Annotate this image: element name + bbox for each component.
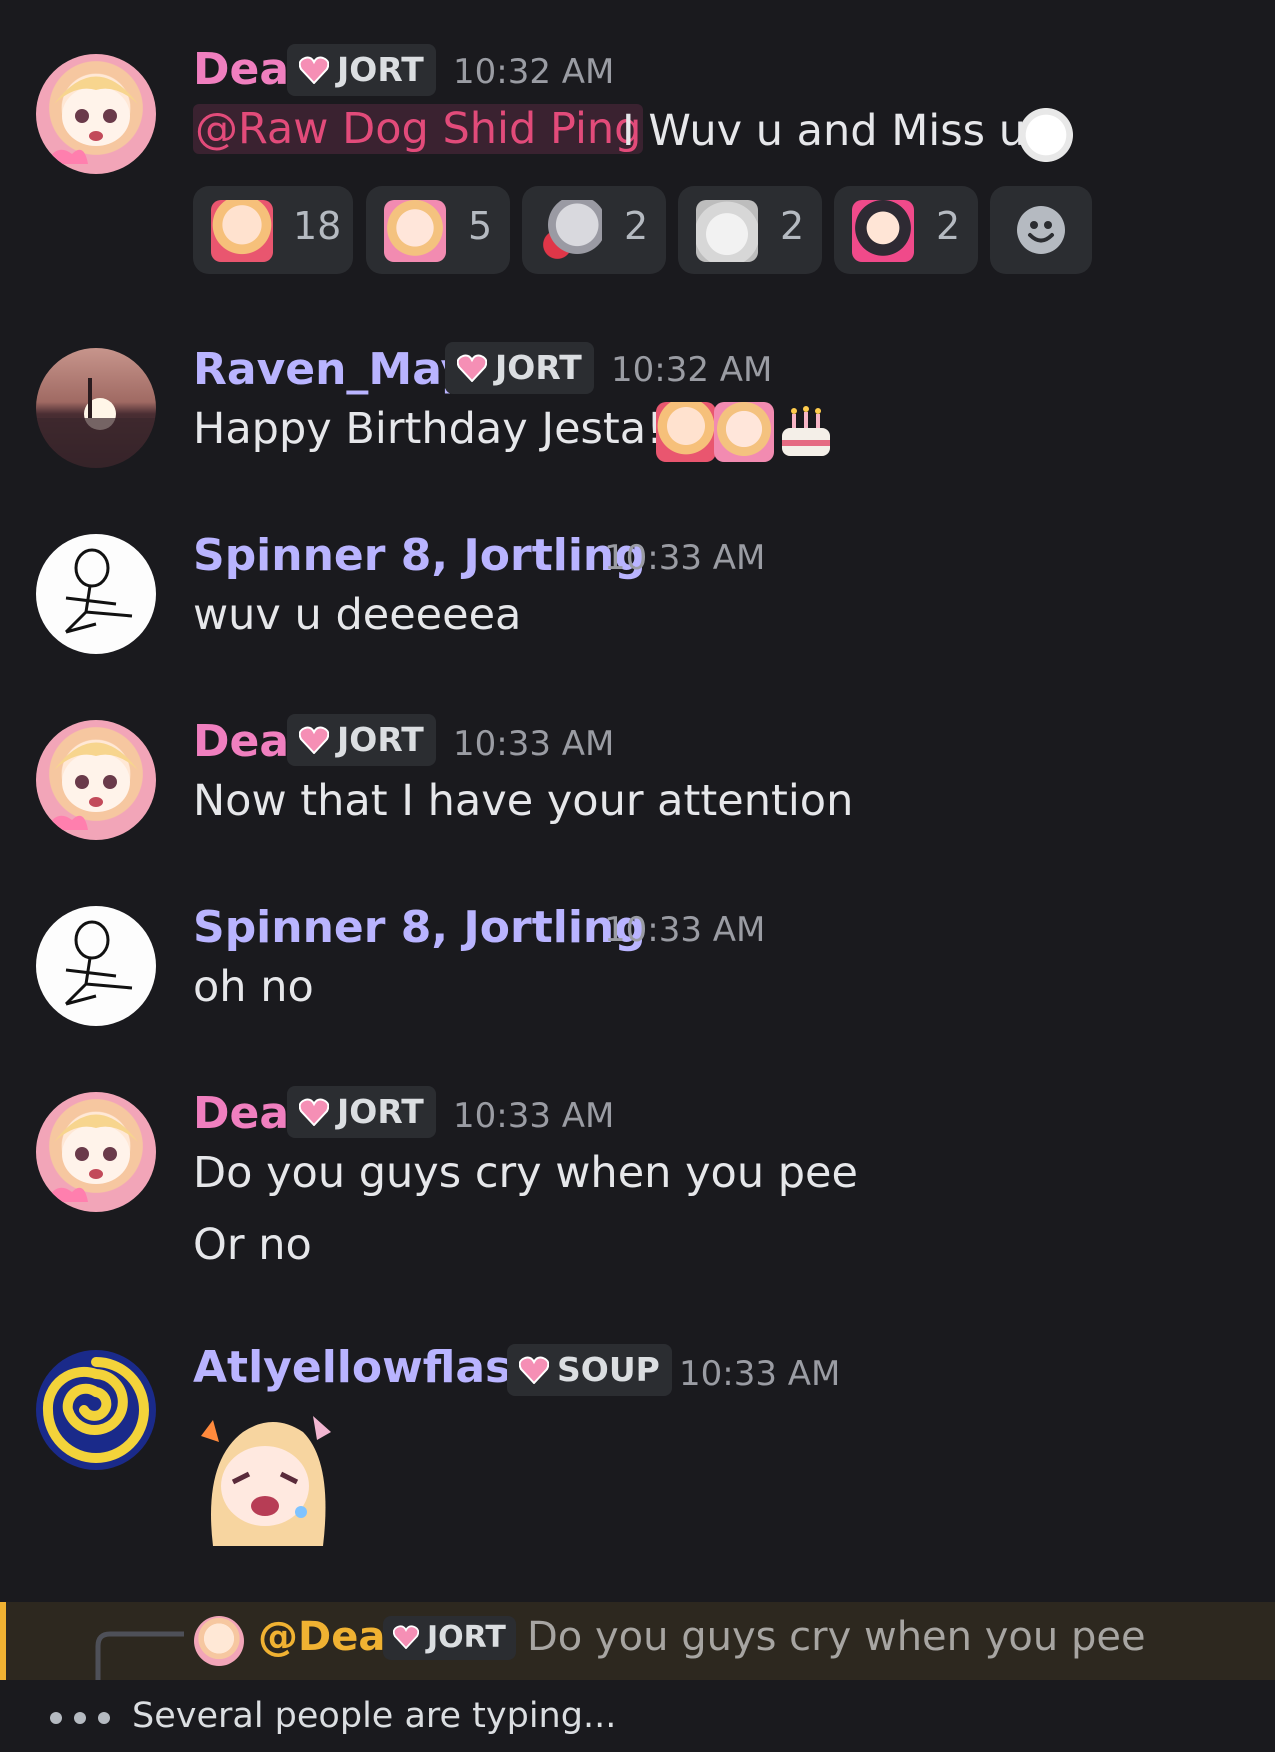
tag-label: JORT bbox=[427, 1620, 506, 1655]
message[interactable]: Raven_May JORT 10:32 AM Happy Birthday J… bbox=[0, 330, 1275, 480]
avatar[interactable] bbox=[36, 1092, 156, 1212]
bunny-emoji bbox=[1016, 102, 1076, 162]
anime-avatar-icon bbox=[46, 742, 138, 830]
anime-girl-blush-emoji bbox=[714, 402, 774, 462]
reaction-count: 2 bbox=[624, 204, 649, 248]
message-text: Now that I have your attention bbox=[193, 776, 854, 826]
message-text: Do you guys cry when you pee bbox=[193, 1148, 858, 1198]
typing-dot bbox=[98, 1712, 110, 1724]
role-tag[interactable]: JORT bbox=[445, 342, 594, 394]
message-text: oh no bbox=[193, 962, 314, 1012]
avatar[interactable] bbox=[36, 1350, 156, 1470]
reaction[interactable]: 2 bbox=[678, 186, 822, 274]
message-text: wuv u deeeeea bbox=[193, 590, 522, 640]
tag-label: JORT bbox=[337, 720, 424, 759]
timestamp: 10:33 AM bbox=[604, 910, 766, 950]
timestamp: 10:33 AM bbox=[453, 724, 615, 764]
anime-avatar-icon bbox=[46, 1114, 138, 1202]
anime-avatar-icon bbox=[46, 76, 138, 164]
role-tag[interactable]: JORT bbox=[287, 1086, 436, 1138]
timestamp: 10:33 AM bbox=[453, 1096, 615, 1136]
message[interactable]: Dea JORT 10:33 AM Now that I have your a… bbox=[0, 702, 1275, 852]
reaction[interactable]: 2 bbox=[834, 186, 978, 274]
user-mention[interactable]: @Raw Dog Shid Ping bbox=[193, 104, 644, 154]
author-name[interactable]: Dea bbox=[193, 1088, 289, 1139]
stick-figure-avatar-icon bbox=[64, 548, 133, 634]
reply-author[interactable]: @Dea bbox=[258, 1614, 385, 1660]
reaction[interactable]: 18 bbox=[193, 186, 353, 274]
avatar[interactable] bbox=[36, 906, 156, 1026]
heart-icon bbox=[299, 56, 329, 84]
reply-avatar[interactable] bbox=[194, 1616, 244, 1666]
bunny-heart-emoji bbox=[540, 200, 602, 262]
typing-text: Several people are typing... bbox=[132, 1696, 617, 1736]
birthday-cake-emoji bbox=[776, 402, 836, 462]
reaction-count: 2 bbox=[780, 204, 805, 248]
reaction-count: 5 bbox=[468, 204, 493, 248]
reply-accent bbox=[0, 1602, 6, 1680]
heart-icon bbox=[393, 1625, 419, 1649]
timestamp: 10:32 AM bbox=[611, 350, 773, 390]
heart-icon bbox=[299, 1098, 329, 1126]
avatar[interactable] bbox=[36, 348, 156, 468]
typing-dot bbox=[50, 1712, 62, 1724]
tag-label: JORT bbox=[337, 1092, 424, 1131]
timestamp: 10:33 AM bbox=[604, 538, 766, 578]
message[interactable]: Dea JORT 10:33 AM Do you guys cry when y… bbox=[0, 1074, 1275, 1294]
reply-preview[interactable]: @Dea JORT Do you guys cry when you pee bbox=[0, 1602, 1275, 1680]
message[interactable]: Spinner 8, Jortling 10:33 AM wuv u deeee… bbox=[0, 516, 1275, 666]
timestamp: 10:33 AM bbox=[679, 1354, 841, 1394]
heart-icon bbox=[299, 726, 329, 754]
heart-icon bbox=[519, 1356, 549, 1384]
reaction[interactable]: 5 bbox=[366, 186, 510, 274]
role-tag[interactable]: JORT bbox=[287, 44, 436, 96]
heart-icon bbox=[457, 354, 487, 382]
tag-label: JORT bbox=[337, 50, 424, 89]
author-name[interactable]: Spinner 8, Jortling bbox=[193, 902, 646, 953]
avatar[interactable] bbox=[36, 54, 156, 174]
role-tag[interactable]: SOUP bbox=[507, 1344, 672, 1396]
sunset-avatar-icon bbox=[36, 378, 156, 468]
typing-indicator: Several people are typing... bbox=[0, 1680, 1275, 1752]
reaction-count: 18 bbox=[293, 204, 342, 248]
stick-figure-avatar-icon bbox=[64, 920, 133, 1006]
author-name[interactable]: Dea bbox=[193, 716, 289, 767]
reply-text: Do you guys cry when you pee bbox=[527, 1614, 1146, 1660]
author-name[interactable]: Spinner 8, Jortling bbox=[193, 530, 646, 581]
role-tag[interactable]: JORT bbox=[287, 714, 436, 766]
tag-label: JORT bbox=[495, 348, 582, 387]
anime-girl-heart-emoji bbox=[211, 200, 273, 262]
swirl-avatar-icon bbox=[42, 1357, 149, 1463]
reaction[interactable]: 2 bbox=[522, 186, 666, 274]
typing-dot bbox=[74, 1712, 86, 1724]
dark-hair-girl-emoji bbox=[852, 200, 914, 262]
anime-girl-heart-emoji bbox=[656, 402, 716, 462]
tag-label: SOUP bbox=[557, 1350, 660, 1389]
message[interactable]: Spinner 8, Jortling 10:33 AM oh no bbox=[0, 888, 1275, 1038]
timestamp: 10:32 AM bbox=[453, 52, 615, 92]
message-text: Happy Birthday Jesta!! bbox=[193, 404, 681, 454]
author-name[interactable]: Dea bbox=[193, 44, 289, 95]
avatar[interactable] bbox=[36, 720, 156, 840]
message[interactable]: Atlyellowflash SOUP 10:33 AM bbox=[0, 1332, 1275, 1572]
message-text: I Wuv u and Miss u bbox=[622, 106, 1026, 156]
author-name[interactable]: Atlyellowflash bbox=[193, 1342, 543, 1393]
add-reaction-button[interactable] bbox=[990, 186, 1092, 274]
anime-girl-blush-emoji bbox=[384, 200, 446, 262]
role-tag[interactable]: JORT bbox=[383, 1616, 516, 1660]
avatar[interactable] bbox=[36, 534, 156, 654]
reply-line-icon bbox=[95, 1631, 184, 1680]
smiley-icon bbox=[1017, 206, 1065, 254]
message-text: Or no bbox=[193, 1220, 312, 1270]
anime-girl-crying-sticker[interactable] bbox=[193, 1402, 337, 1546]
cat-emoji bbox=[696, 200, 758, 262]
author-name[interactable]: Raven_May bbox=[193, 344, 469, 395]
reaction-count: 2 bbox=[936, 204, 961, 248]
message[interactable]: Dea JORT 10:32 AM @Raw Dog Shid Ping I W… bbox=[0, 0, 1275, 290]
